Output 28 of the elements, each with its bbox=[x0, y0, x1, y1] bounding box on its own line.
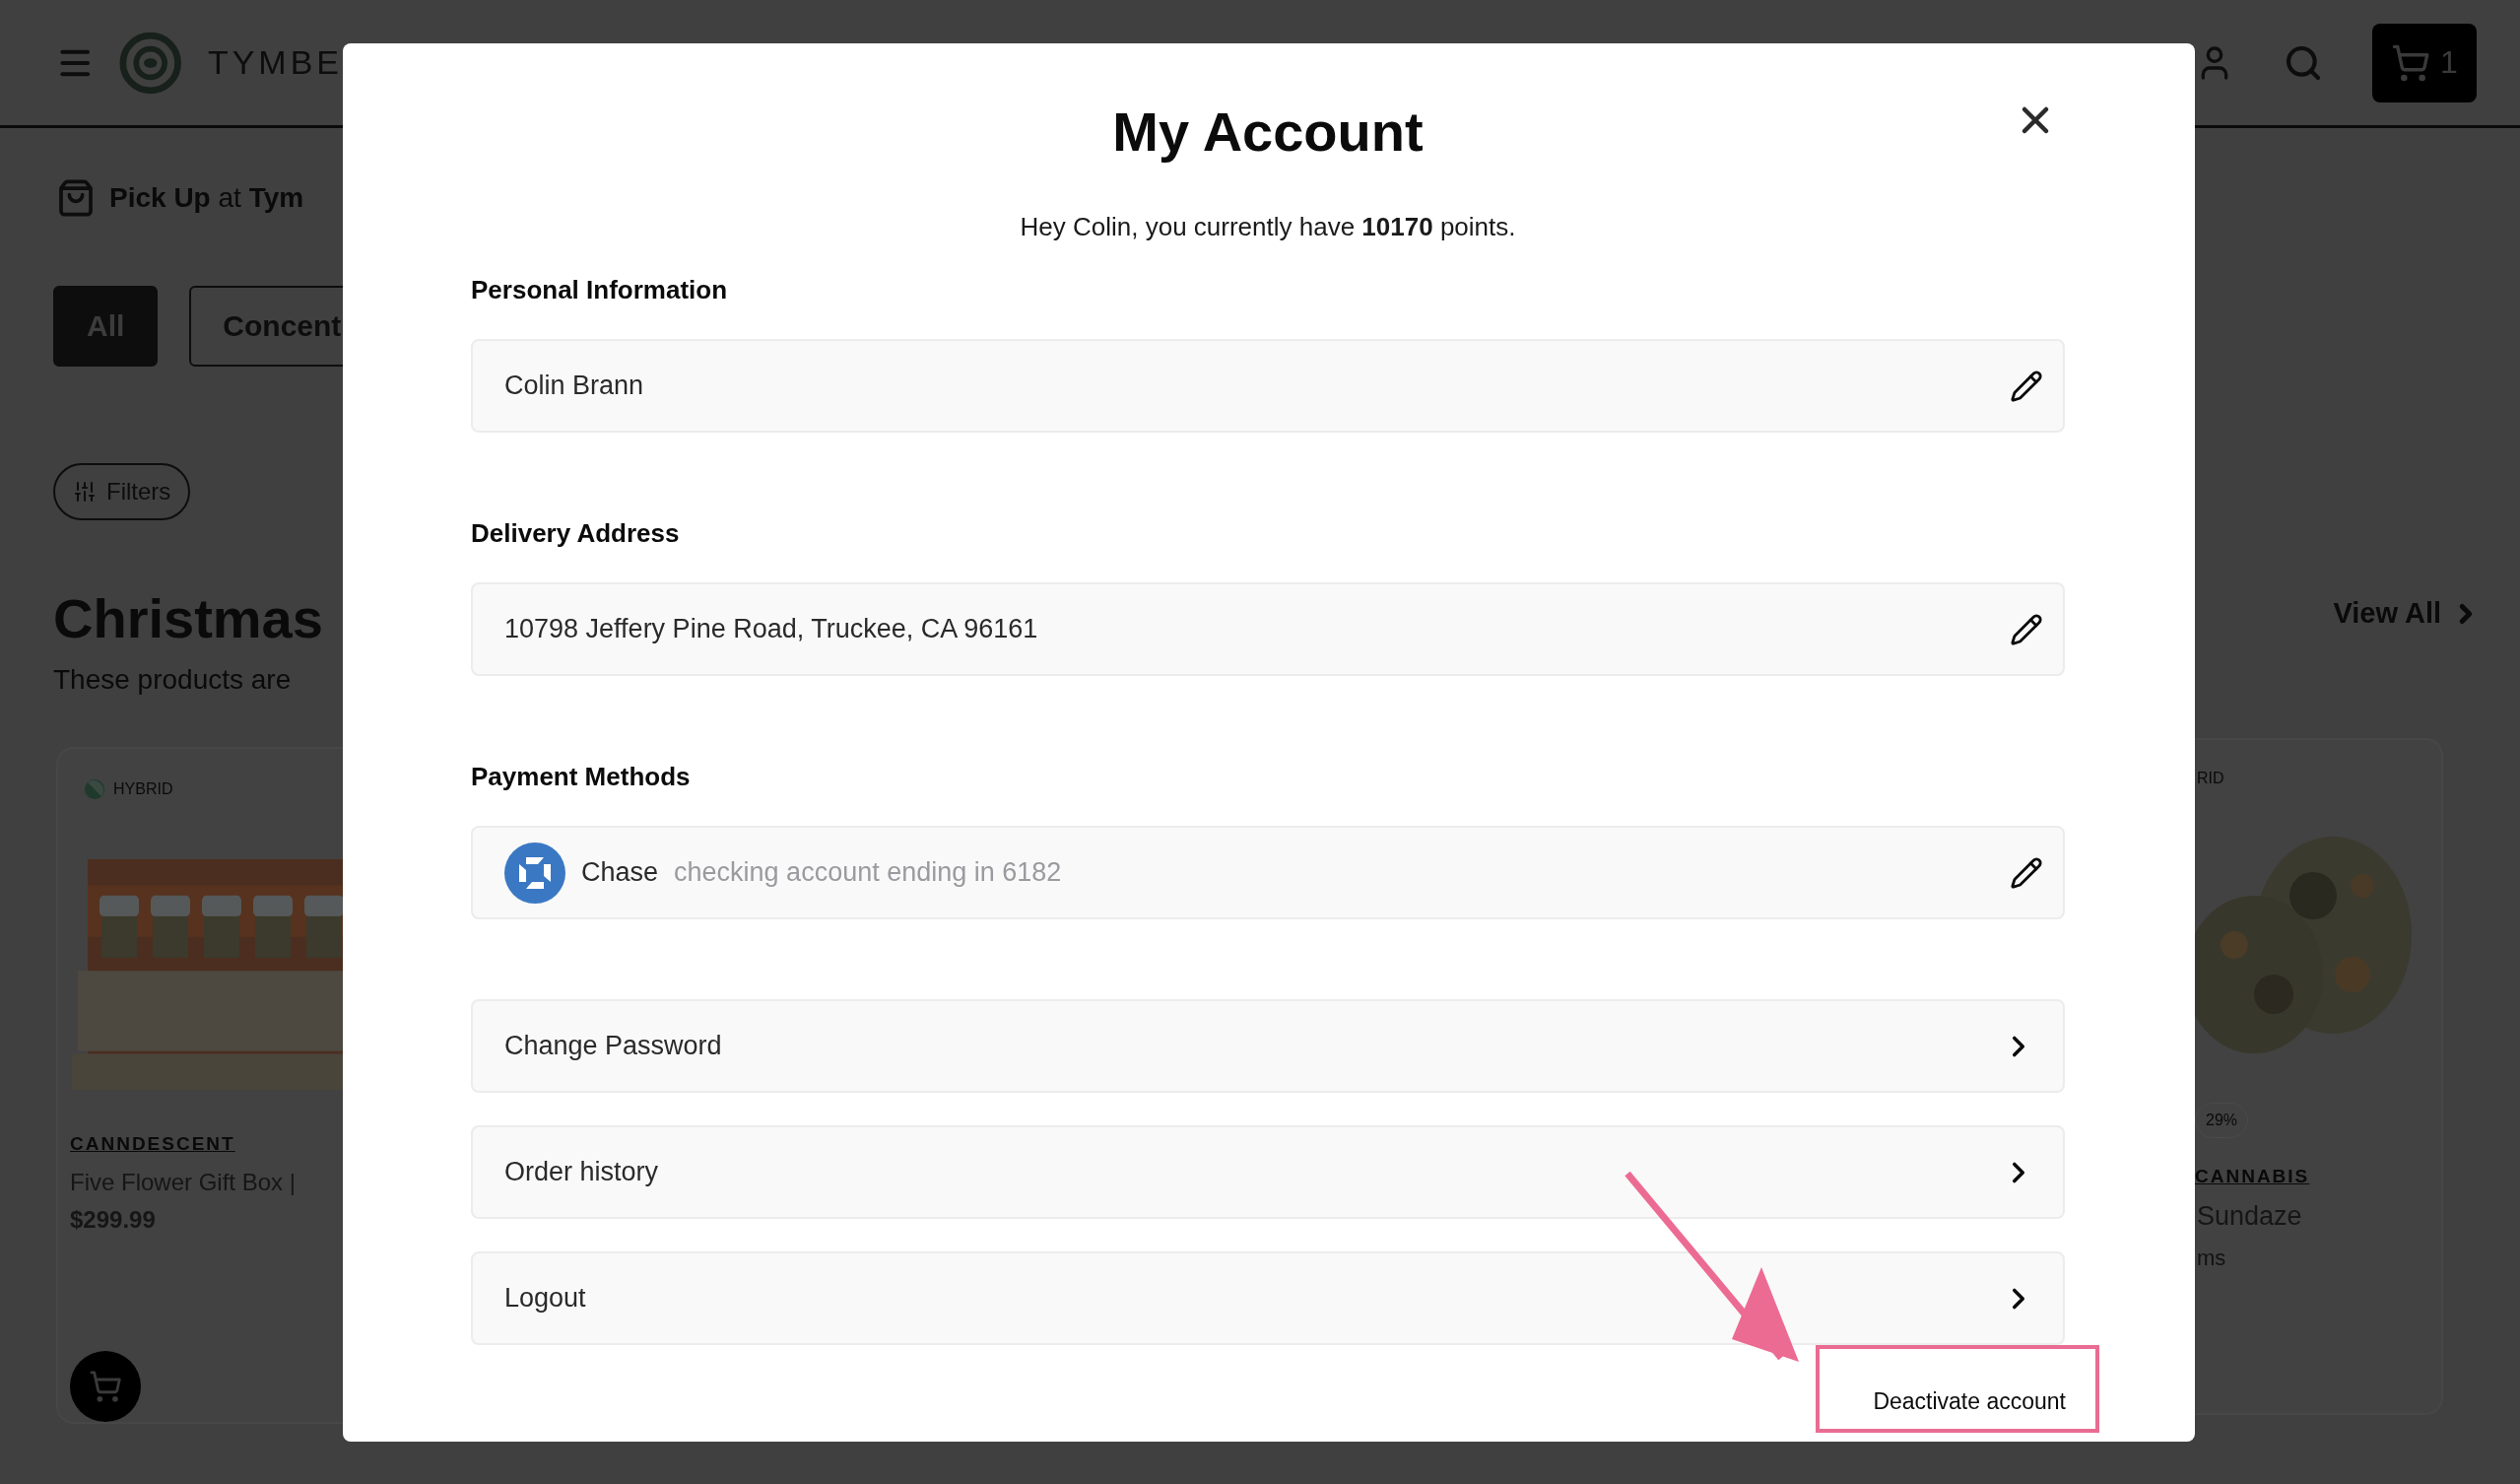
bag-icon bbox=[56, 178, 96, 218]
deactivate-link[interactable]: Deactivate account bbox=[1873, 1388, 2066, 1415]
strain-label: HYBRID bbox=[113, 780, 173, 798]
info-value: Colin Brann bbox=[504, 371, 644, 401]
hybrid-icon bbox=[84, 778, 105, 800]
points-message: Hey Colin, you currently have 10170 points. bbox=[1020, 211, 1516, 243]
info-value: Chase bbox=[581, 857, 659, 888]
bank-logo-icon bbox=[504, 842, 565, 904]
edit-button[interactable] bbox=[2010, 855, 2043, 890]
cart-icon bbox=[2391, 42, 2431, 83]
logo-icon bbox=[119, 30, 182, 96]
account-link[interactable]: Order history bbox=[471, 1125, 2065, 1219]
info-value: 10798 Jeffery Pine Road, Truckee, CA 96161 bbox=[504, 614, 1038, 644]
account-link[interactable]: Change Password bbox=[471, 999, 2065, 1093]
dialog-title: My Account bbox=[1112, 102, 1424, 162]
edit-button[interactable] bbox=[2010, 369, 2043, 403]
section-label: Payment Methods bbox=[471, 761, 691, 792]
info-detail: checking account ending in 6182 bbox=[674, 857, 1062, 888]
cart-icon bbox=[89, 1370, 122, 1403]
sliders-icon bbox=[73, 480, 97, 504]
edit-button[interactable] bbox=[2010, 612, 2043, 646]
section-label: Delivery Address bbox=[471, 517, 680, 549]
strain-label: RID bbox=[2197, 770, 2224, 787]
section-label: Personal Information bbox=[471, 274, 728, 305]
cart-button[interactable]: 1 bbox=[2372, 23, 2477, 102]
brand-link[interactable]: CANNDESCENT bbox=[70, 1133, 235, 1155]
account-link[interactable]: Logout bbox=[471, 1251, 2065, 1345]
brand-link[interactable]: CANNABIS bbox=[2195, 1166, 2310, 1187]
